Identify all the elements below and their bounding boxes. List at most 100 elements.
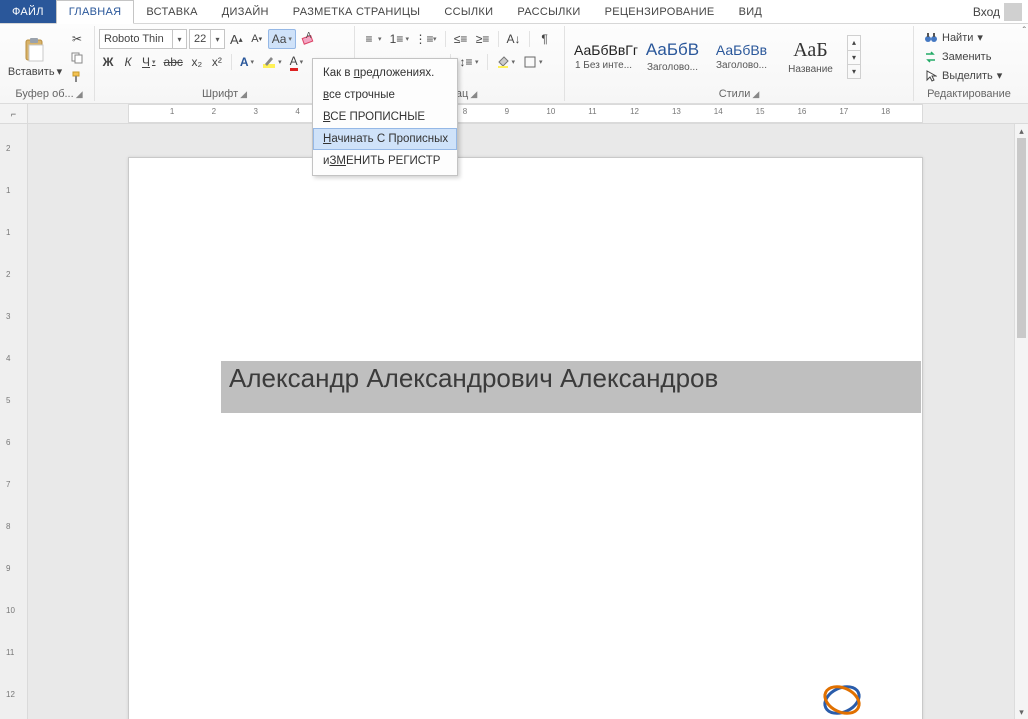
font-size-dropdown-icon[interactable]: ▾ bbox=[210, 30, 224, 48]
group-clipboard-title: Буфер об... bbox=[15, 88, 73, 100]
page: Александр Александрович Александров WAMO… bbox=[128, 157, 923, 719]
horizontal-ruler[interactable]: 123456789101112131415161718 bbox=[28, 104, 1028, 123]
line-spacing-icon: ↕≡ bbox=[459, 55, 473, 69]
scroll-down-icon[interactable]: ▾ bbox=[1015, 705, 1028, 719]
group-styles-title: Стили bbox=[719, 88, 751, 100]
font-name-dropdown-icon[interactable]: ▾ bbox=[172, 30, 186, 48]
grow-font-button[interactable]: A▴ bbox=[227, 29, 246, 49]
italic-button[interactable]: К bbox=[119, 52, 137, 72]
decrease-indent-button[interactable]: ≤≡ bbox=[451, 29, 471, 49]
brush-icon bbox=[70, 70, 84, 84]
tab-view[interactable]: ВИД bbox=[727, 0, 775, 23]
tab-home[interactable]: ГЛАВНАЯ bbox=[56, 0, 135, 24]
paste-label: Вставить bbox=[8, 66, 55, 78]
styles-down-icon[interactable]: ▾ bbox=[848, 50, 860, 64]
numbering-icon: 1≡ bbox=[390, 32, 404, 46]
case-lower[interactable]: все строчные bbox=[313, 84, 457, 106]
styles-up-icon[interactable]: ▴ bbox=[848, 36, 860, 50]
selected-text[interactable]: Александр Александрович Александров bbox=[221, 361, 921, 413]
avatar-icon bbox=[1004, 3, 1022, 21]
bullets-button[interactable]: ≡▾ bbox=[359, 29, 385, 49]
numbering-button[interactable]: 1≡▾ bbox=[387, 29, 413, 49]
replace-label: Заменить bbox=[942, 51, 991, 63]
tab-mailings[interactable]: РАССЫЛКИ bbox=[505, 0, 592, 23]
subscript-button[interactable]: x₂ bbox=[188, 52, 206, 72]
collapse-ribbon-icon[interactable]: ˆ bbox=[1023, 26, 1026, 37]
tab-review[interactable]: РЕЦЕНЗИРОВАНИЕ bbox=[593, 0, 727, 23]
paste-button[interactable]: Вставить▾ bbox=[8, 35, 62, 78]
find-button[interactable]: Найти▾ bbox=[922, 29, 1004, 47]
borders-button[interactable]: ▾ bbox=[520, 52, 546, 72]
styles-scroll: ▴ ▾ ▾ bbox=[847, 35, 861, 79]
styles-more-icon[interactable]: ▾ bbox=[848, 64, 860, 78]
cut-button[interactable]: ✂ bbox=[66, 30, 88, 48]
vertical-scrollbar[interactable]: ▴ ▾ bbox=[1014, 124, 1028, 719]
ruler-row: ⌐ 123456789101112131415161718 bbox=[0, 104, 1028, 124]
tab-file[interactable]: ФАЙЛ bbox=[0, 0, 56, 23]
menu-bar: ФАЙЛ ГЛАВНАЯ ВСТАВКА ДИЗАЙН РАЗМЕТКА СТР… bbox=[0, 0, 1028, 24]
workspace: 21123456789101112 Александр Александрови… bbox=[0, 124, 1028, 719]
tab-page-layout[interactable]: РАЗМЕТКА СТРАНИЦЫ bbox=[281, 0, 433, 23]
tab-insert[interactable]: ВСТАВКА bbox=[134, 0, 209, 23]
style-title[interactable]: АаБ Название bbox=[778, 35, 843, 79]
font-color-button[interactable]: A▾ bbox=[287, 52, 307, 72]
font-size-field[interactable]: 22 ▾ bbox=[189, 29, 225, 49]
tab-selector[interactable]: ⌐ bbox=[0, 104, 28, 123]
group-clipboard: Вставить▾ ✂ Буфер об...◢ bbox=[4, 26, 95, 101]
font-name-field[interactable]: Roboto Thin ▾ bbox=[99, 29, 187, 49]
bucket-icon bbox=[496, 55, 510, 69]
line-spacing-button[interactable]: ↕≡▾ bbox=[456, 52, 482, 72]
group-font-title: Шрифт bbox=[202, 88, 238, 100]
copy-icon bbox=[70, 51, 84, 65]
clipboard-launcher-icon[interactable]: ◢ bbox=[76, 89, 83, 100]
borders-icon bbox=[523, 55, 537, 69]
sort-icon: A↓ bbox=[507, 32, 521, 46]
svg-text:A: A bbox=[306, 32, 312, 40]
format-painter-button[interactable] bbox=[66, 68, 88, 86]
pilcrow-icon: ¶ bbox=[538, 32, 552, 46]
multilevel-button[interactable]: ⋮≡▾ bbox=[414, 29, 440, 49]
copy-button[interactable] bbox=[66, 49, 88, 67]
clipboard-icon bbox=[19, 35, 51, 65]
style-heading-1[interactable]: АаБбВ Заголово... bbox=[640, 35, 705, 79]
watermark-logo-icon bbox=[819, 677, 865, 719]
text-effects-button[interactable]: A▾ bbox=[237, 52, 257, 72]
highlight-button[interactable]: ▾ bbox=[259, 52, 285, 72]
superscript-button[interactable]: x² bbox=[208, 52, 226, 72]
tab-design[interactable]: ДИЗАЙН bbox=[210, 0, 281, 23]
cursor-icon bbox=[924, 69, 938, 83]
document-scroll-area[interactable]: Александр Александрович Александров WAMO… bbox=[28, 124, 1028, 719]
vertical-ruler[interactable]: 21123456789101112 bbox=[0, 124, 28, 719]
shading-button[interactable]: ▾ bbox=[493, 52, 519, 72]
show-marks-button[interactable]: ¶ bbox=[535, 29, 555, 49]
paragraph-launcher-icon[interactable]: ◢ bbox=[470, 89, 477, 100]
select-label: Выделить bbox=[942, 70, 993, 82]
case-toggle[interactable]: иЗМЕНИТЬ РЕГИСТР bbox=[313, 150, 457, 172]
underline-button[interactable]: Ч▾ bbox=[139, 52, 159, 72]
sort-button[interactable]: A↓ bbox=[504, 29, 524, 49]
watermark: WAMOTVET.RU bbox=[795, 677, 888, 719]
case-capitalize[interactable]: Начинать С Прописных bbox=[313, 128, 457, 150]
clear-formatting-button[interactable]: A bbox=[298, 29, 318, 49]
font-launcher-icon[interactable]: ◢ bbox=[240, 89, 247, 100]
outdent-icon: ≤≡ bbox=[454, 32, 468, 46]
select-button[interactable]: Выделить▾ bbox=[922, 67, 1004, 85]
styles-launcher-icon[interactable]: ◢ bbox=[752, 89, 759, 100]
case-upper[interactable]: ВСЕ ПРОПИСНЫЕ bbox=[313, 106, 457, 128]
replace-icon bbox=[924, 50, 938, 64]
shrink-font-button[interactable]: A▾ bbox=[248, 29, 266, 49]
bold-button[interactable]: Ж bbox=[99, 52, 117, 72]
tab-references[interactable]: ССЫЛКИ bbox=[432, 0, 505, 23]
case-sentence[interactable]: Как в предложениях. bbox=[313, 62, 457, 84]
style-no-spacing[interactable]: АаБбВвГг 1 Без инте... bbox=[571, 35, 636, 79]
style-heading-2[interactable]: АаБбВв Заголово... bbox=[709, 35, 774, 79]
change-case-button[interactable]: Aa▾ bbox=[268, 29, 296, 49]
replace-button[interactable]: Заменить bbox=[922, 48, 1004, 66]
scroll-thumb[interactable] bbox=[1017, 138, 1026, 338]
highlight-icon bbox=[262, 55, 276, 69]
strike-button[interactable]: abc bbox=[161, 52, 186, 72]
login-label: Вход bbox=[973, 5, 1000, 19]
login-link[interactable]: Вход bbox=[967, 0, 1028, 23]
increase-indent-button[interactable]: ≥≡ bbox=[473, 29, 493, 49]
scroll-up-icon[interactable]: ▴ bbox=[1015, 124, 1028, 138]
